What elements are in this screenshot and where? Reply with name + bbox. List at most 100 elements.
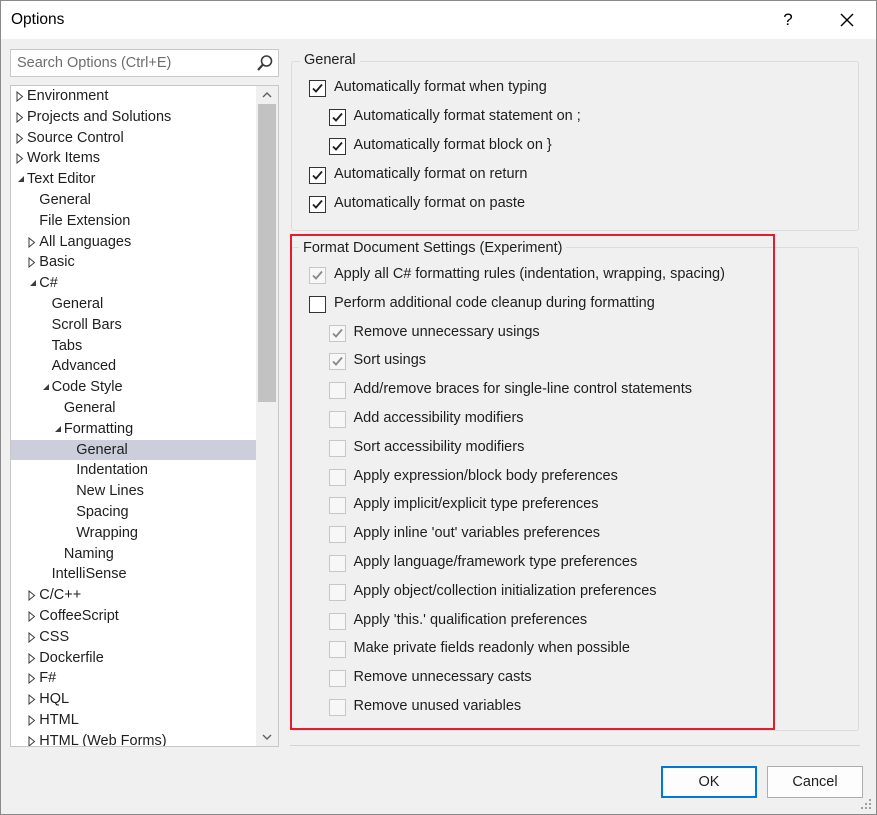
tree-item-label: New Lines bbox=[76, 483, 144, 500]
tree-item[interactable]: All Languages bbox=[11, 232, 256, 253]
tree-item-label: Environment bbox=[27, 88, 109, 104]
expand-arrow-icon[interactable] bbox=[28, 585, 38, 606]
tree-item-label: HQL bbox=[39, 691, 70, 708]
close-button[interactable] bbox=[827, 5, 867, 35]
tree-item[interactable]: New Lines bbox=[11, 481, 256, 502]
tree-item[interactable]: CoffeeScript bbox=[11, 606, 256, 627]
expand-arrow-icon[interactable] bbox=[28, 731, 38, 746]
search-input[interactable] bbox=[11, 50, 251, 76]
checkbox bbox=[328, 324, 346, 342]
tree-item-label: General bbox=[39, 192, 91, 208]
tree-item-label: Text Editor bbox=[27, 171, 96, 188]
collapse-arrow-icon[interactable] bbox=[16, 169, 26, 190]
checkmark-icon bbox=[331, 357, 343, 367]
cancel-button[interactable]: Cancel bbox=[767, 766, 863, 798]
tree-item-label: Basic bbox=[39, 254, 75, 271]
expand-arrow-icon[interactable] bbox=[28, 648, 38, 669]
expand-arrow-icon[interactable] bbox=[16, 128, 26, 149]
checkmark-icon bbox=[312, 83, 323, 93]
tree-item[interactable]: HQL bbox=[11, 689, 256, 710]
tree-item[interactable]: Dockerfile bbox=[11, 648, 256, 669]
expand-arrow-icon[interactable] bbox=[28, 232, 38, 253]
tree-item[interactable]: Environment bbox=[11, 86, 256, 107]
option-label: Add/remove braces for single-line contro… bbox=[353, 381, 693, 398]
checkbox bbox=[328, 497, 346, 515]
option-label: Automatically format on paste bbox=[334, 195, 526, 211]
expand-arrow-icon[interactable] bbox=[28, 606, 38, 627]
checkbox[interactable] bbox=[328, 138, 346, 155]
option-label: Automatically format when typing bbox=[334, 79, 547, 95]
scroll-down-button[interactable] bbox=[256, 729, 278, 746]
tree-scrollbar[interactable] bbox=[256, 86, 278, 746]
checkbox[interactable] bbox=[309, 295, 326, 313]
expand-arrow-icon[interactable] bbox=[16, 107, 26, 128]
checkbox bbox=[328, 641, 346, 659]
tree-item[interactable]: Spacing bbox=[11, 502, 256, 523]
tree-item[interactable]: C# bbox=[11, 273, 256, 294]
expand-arrow-icon[interactable] bbox=[16, 86, 26, 107]
checkmark-icon bbox=[312, 270, 323, 280]
option-label: Perform additional code cleanup during f… bbox=[334, 294, 655, 311]
footer-separator bbox=[290, 745, 860, 746]
tree-item[interactable]: General bbox=[11, 190, 256, 211]
checkbox[interactable] bbox=[328, 109, 346, 126]
expand-arrow-icon[interactable] bbox=[16, 148, 26, 169]
scroll-up-button[interactable] bbox=[256, 86, 278, 103]
search-icon[interactable] bbox=[256, 54, 274, 72]
tree-item[interactable]: Scroll Bars bbox=[11, 315, 256, 336]
expand-arrow-icon[interactable] bbox=[28, 627, 38, 648]
tree-item[interactable]: HTML bbox=[11, 710, 256, 731]
checkbox bbox=[328, 699, 346, 716]
tree-item[interactable]: General bbox=[11, 294, 256, 315]
tree-item[interactable]: Basic bbox=[11, 252, 256, 273]
tree-item-label: HTML (Web Forms) bbox=[39, 732, 167, 747]
tree-item[interactable]: Source Control bbox=[11, 128, 256, 149]
checkmark-icon bbox=[331, 141, 343, 151]
checkbox[interactable] bbox=[309, 167, 326, 184]
tree-item[interactable]: General bbox=[11, 398, 256, 419]
tree-item[interactable]: Code Style bbox=[11, 377, 256, 398]
tree-item[interactable]: Advanced bbox=[11, 356, 256, 377]
tree-item[interactable]: File Extension bbox=[11, 211, 256, 232]
tree-item[interactable]: Text Editor bbox=[11, 169, 256, 190]
tree-item[interactable]: Work Items bbox=[11, 148, 256, 169]
tree-item[interactable]: Projects and Solutions bbox=[11, 107, 256, 128]
tree-item-label: C/C++ bbox=[39, 587, 82, 604]
tree-item-label: Scroll Bars bbox=[51, 316, 122, 333]
option-label: Automatically format on return bbox=[334, 166, 528, 182]
tree-item[interactable]: Indentation bbox=[11, 460, 256, 481]
tree-item[interactable]: F# bbox=[11, 668, 256, 689]
title-bar: Options ? bbox=[1, 1, 876, 39]
resize-grip-icon[interactable] bbox=[860, 798, 872, 810]
tree-item[interactable]: CSS bbox=[11, 627, 256, 648]
tree-item[interactable]: Tabs bbox=[11, 336, 256, 357]
option-label: Remove unnecessary casts bbox=[353, 669, 532, 686]
checkbox[interactable] bbox=[309, 80, 326, 97]
tree-item[interactable]: Naming bbox=[11, 544, 256, 565]
checkbox bbox=[328, 382, 346, 400]
search-box bbox=[10, 49, 279, 77]
option-label: Apply all C# formatting rules (indentati… bbox=[334, 266, 725, 282]
checkbox[interactable] bbox=[309, 196, 326, 213]
tree-item[interactable]: C/C++ bbox=[11, 585, 256, 606]
tree-item[interactable]: Formatting bbox=[11, 419, 256, 440]
collapse-arrow-icon[interactable] bbox=[28, 273, 38, 294]
ok-button[interactable]: OK bbox=[661, 766, 757, 798]
expand-arrow-icon[interactable] bbox=[28, 710, 38, 731]
tree-item[interactable]: HTML (Web Forms) bbox=[11, 731, 256, 747]
expand-arrow-icon[interactable] bbox=[28, 252, 38, 273]
checkbox bbox=[328, 555, 346, 572]
tree-item[interactable]: General bbox=[11, 439, 256, 461]
expand-arrow-icon[interactable] bbox=[28, 689, 38, 710]
tree-item-label: HTML bbox=[39, 712, 79, 728]
tree-item[interactable]: Wrapping bbox=[11, 523, 256, 544]
tree-item-label: Advanced bbox=[51, 358, 117, 375]
help-button[interactable]: ? bbox=[773, 5, 803, 35]
collapse-arrow-icon[interactable] bbox=[53, 419, 63, 440]
tree-item[interactable]: IntelliSense bbox=[11, 564, 256, 585]
expand-arrow-icon[interactable] bbox=[28, 668, 38, 689]
option-label: Remove unused variables bbox=[353, 698, 522, 714]
checkmark-icon bbox=[331, 328, 343, 338]
scroll-thumb[interactable] bbox=[258, 104, 276, 402]
collapse-arrow-icon[interactable] bbox=[41, 377, 51, 398]
